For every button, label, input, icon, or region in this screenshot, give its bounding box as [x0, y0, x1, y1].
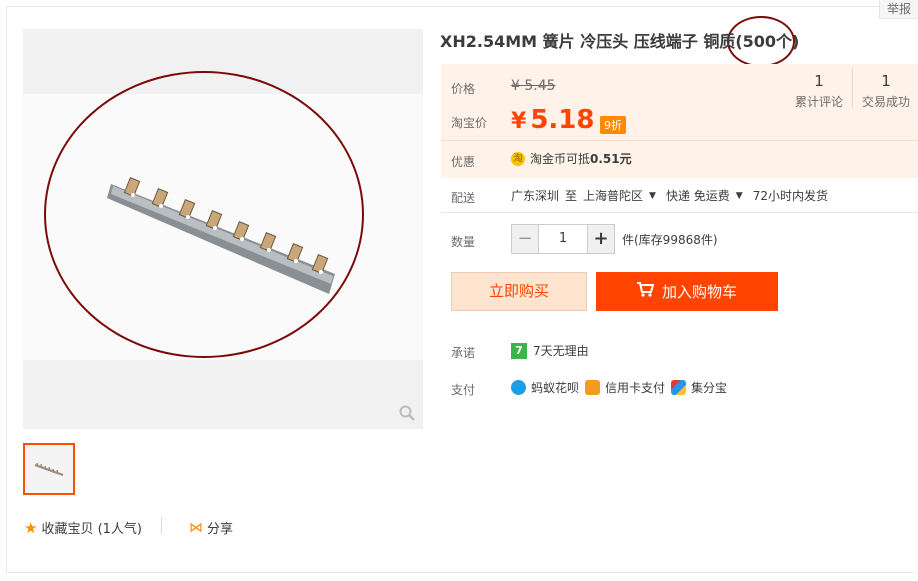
- promo-price-label: 淘宝价: [451, 116, 488, 130]
- favorite-button[interactable]: ★ 收藏宝贝 (1人气): [24, 518, 143, 538]
- sales-count-stat[interactable]: 1 交易成功: [854, 72, 918, 110]
- share-icon: ⋈: [189, 519, 203, 536]
- product-title: XH2.54MM 簧片 冷压头 压线端子 铜质(500个): [440, 32, 800, 51]
- add-to-cart-label: 加入购物车: [661, 283, 737, 301]
- payment-credit-card[interactable]: 信用卡支付: [585, 379, 665, 396]
- share-button[interactable]: ⋈ 分享: [189, 518, 234, 538]
- huabei-icon: [511, 380, 526, 395]
- decrease-button[interactable]: −: [512, 225, 538, 253]
- share-label: 分享: [207, 522, 234, 537]
- stock-text: 件(库存99868件): [622, 233, 718, 247]
- thumbnail-strip-image: [34, 462, 64, 476]
- seven-day-icon: 7: [511, 342, 527, 359]
- annotation-circle-image: [44, 71, 364, 358]
- review-count-stat[interactable]: 1 累计评论: [787, 72, 851, 110]
- discount-badge: 9折: [600, 116, 626, 134]
- quantity-input[interactable]: 1: [538, 225, 588, 253]
- star-icon: ★: [24, 518, 38, 537]
- stat-separator: [852, 68, 853, 108]
- credit-card-icon: [585, 380, 601, 395]
- method-dropdown-icon[interactable]: ▼: [736, 191, 743, 201]
- quantity-label: 数量: [451, 235, 476, 249]
- credit-card-label: 信用卡支付: [605, 381, 666, 395]
- dispatch-time: 72小时内发货: [752, 189, 828, 203]
- current-price: ¥ 5.18: [511, 105, 594, 135]
- promise-row[interactable]: 7 7天无理由: [511, 342, 589, 359]
- divider: [161, 517, 162, 534]
- report-link[interactable]: 举报: [879, 0, 918, 19]
- add-to-cart-button[interactable]: 加入购物车: [596, 272, 778, 311]
- sales-count: 1: [881, 72, 891, 90]
- coupon-text: 淘金币可抵: [530, 152, 591, 166]
- taojinbi-offer: 淘 淘金币可抵 0.51元: [511, 150, 632, 167]
- increase-button[interactable]: +: [588, 225, 614, 253]
- ship-to-word: 至: [565, 189, 578, 203]
- huabei-label: 蚂蚁花呗: [531, 381, 580, 395]
- thumbnail-image[interactable]: [23, 443, 75, 495]
- currency-symbol: ¥: [511, 109, 527, 134]
- payment-jifenbao[interactable]: 集分宝: [671, 379, 727, 396]
- sales-count-label: 交易成功: [861, 95, 910, 109]
- price-panel-divider: [441, 140, 918, 141]
- payment-huabei[interactable]: 蚂蚁花呗: [511, 379, 579, 396]
- price-label: 价格: [451, 82, 476, 96]
- favorite-label: 收藏宝贝 (1人气): [41, 522, 143, 537]
- promise-text: 7天无理由: [533, 344, 589, 358]
- shipping-divider: [441, 212, 918, 213]
- coin-icon: 淘: [511, 151, 525, 166]
- ship-method[interactable]: 快递 免运费: [666, 187, 730, 204]
- review-count: 1: [814, 72, 824, 90]
- promise-label: 承诺: [451, 346, 476, 360]
- jifenbao-label: 集分宝: [691, 381, 728, 395]
- ship-destination[interactable]: 上海普陀区: [583, 187, 643, 204]
- shipping-row: 广东深圳 至 上海普陀区 ▼ 快递 免运费 ▼ 72小时内发货: [511, 187, 828, 204]
- destination-dropdown-icon[interactable]: ▼: [649, 191, 656, 201]
- coupon-label: 优惠: [451, 155, 476, 169]
- zoom-icon[interactable]: [399, 405, 415, 421]
- jifenbao-icon: [671, 380, 687, 395]
- current-price-value: 5.18: [530, 105, 595, 135]
- coupon-amount: 0.51元: [590, 152, 632, 166]
- original-price: ¥ 5.45: [511, 78, 556, 94]
- payment-label: 支付: [451, 383, 476, 397]
- buy-now-button[interactable]: 立即购买: [451, 272, 587, 311]
- quantity-stepper: − 1 +: [511, 224, 615, 254]
- ship-from: 广东深圳: [511, 189, 560, 203]
- payment-methods: 蚂蚁花呗 信用卡支付 集分宝: [511, 379, 733, 396]
- cart-icon: [636, 282, 655, 301]
- shipping-label: 配送: [451, 191, 476, 205]
- review-count-label: 累计评论: [794, 95, 843, 109]
